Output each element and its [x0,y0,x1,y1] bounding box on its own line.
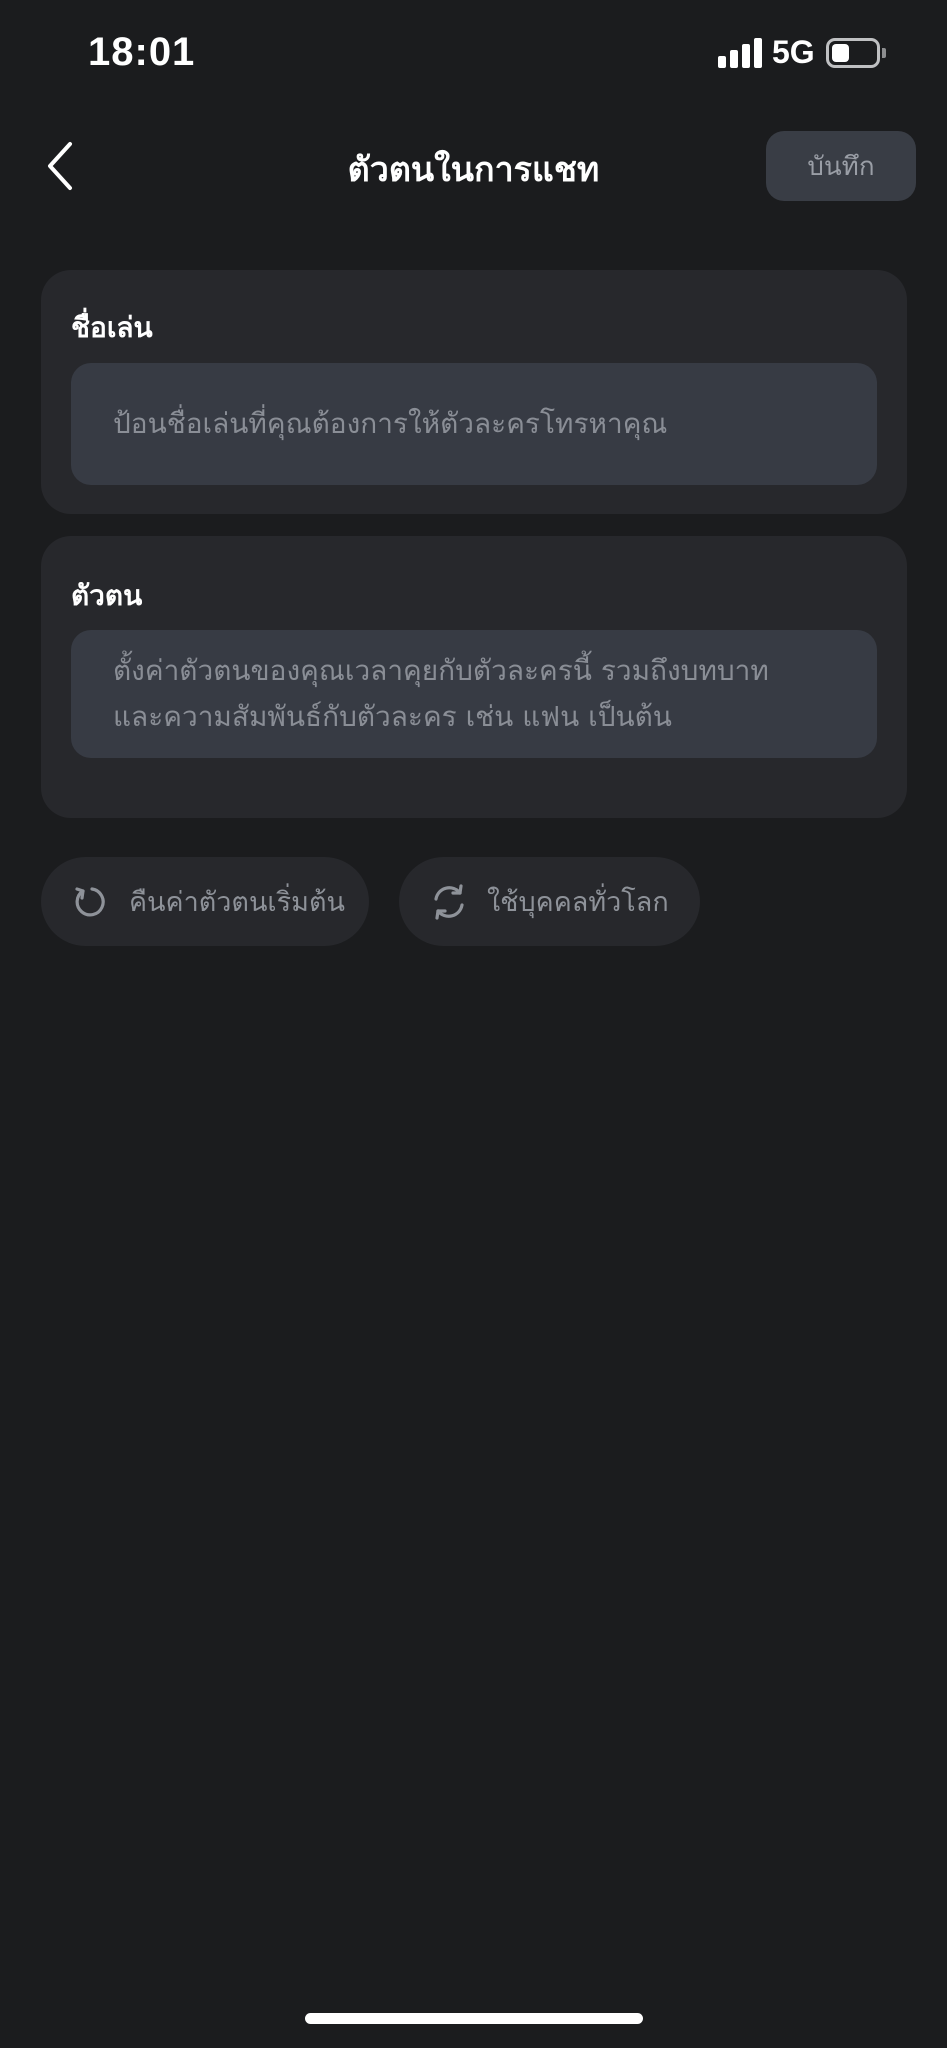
persona-label: ตัวตน [71,579,143,612]
signal-strength-icon [718,38,762,68]
reset-persona-button[interactable]: คืนค่าตัวตนเริ่มต้น [41,857,369,946]
sync-icon [434,883,464,920]
battery-icon [826,38,886,68]
persona-placeholder-line-1: ตั้งค่าตัวตนของคุณเวลาคุยกับตัวละครนี้ ร… [113,654,769,687]
chat-persona-screen: 18:01 5G ตัวตนในการแชท บันทึก ชื่อเล่น ป… [0,0,947,2048]
persona-card: ตัวตน ตั้งค่าตัวตนของคุณเวลาคุยกับตัวละค… [41,536,907,818]
use-global-persona-button[interactable]: ใช้บุคคลทั่วโลก [399,857,700,946]
reset-icon [75,886,105,916]
status-bar: 18:01 5G [0,0,947,110]
nickname-card: ชื่อเล่น ป้อนชื่อเล่นที่คุณต้องการให้ตัว… [41,270,907,514]
persona-placeholder-line-2: และความสัมพันธ์กับตัวละคร เช่น แฟน เป็นต… [113,700,672,733]
nickname-input[interactable]: ป้อนชื่อเล่นที่คุณต้องการให้ตัวละครโทรหา… [71,363,877,485]
home-indicator[interactable] [305,2013,643,2024]
network-type: 5G [772,34,815,70]
nickname-label: ชื่อเล่น [71,311,153,344]
use-global-persona-label: ใช้บุคคลทั่วโลก [487,887,669,918]
reset-persona-label: คืนค่าตัวตนเริ่มต้น [129,887,345,918]
save-button[interactable]: บันทึก [766,131,916,201]
persona-input[interactable]: ตั้งค่าตัวตนของคุณเวลาคุยกับตัวละครนี้ ร… [71,630,877,758]
nickname-placeholder: ป้อนชื่อเล่นที่คุณต้องการให้ตัวละครโทรหา… [113,407,668,440]
status-time: 18:01 [88,30,196,74]
